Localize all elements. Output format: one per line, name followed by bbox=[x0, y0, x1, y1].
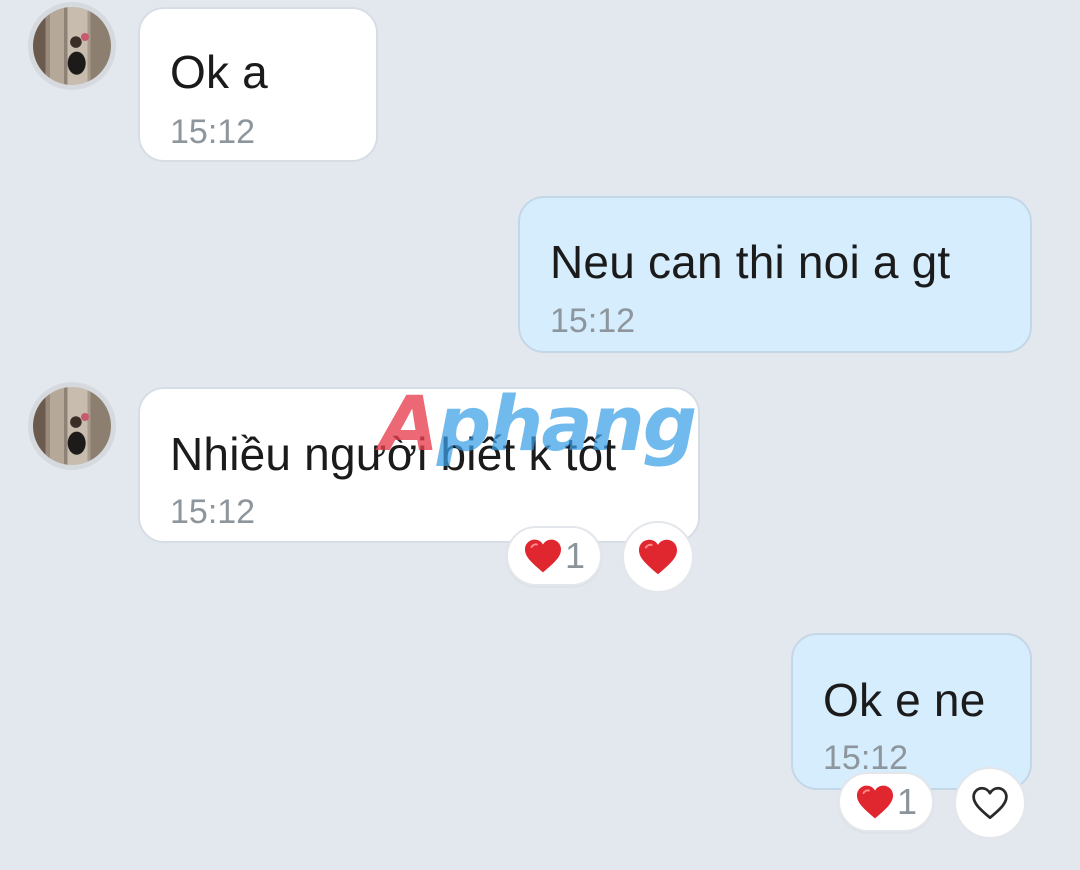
reaction-summary[interactable]: 1 bbox=[506, 526, 602, 586]
outgoing-message-bubble[interactable]: Neu can thi noi a gt 15:12 bbox=[518, 196, 1032, 353]
incoming-message-bubble[interactable]: Ok a 15:12 bbox=[138, 7, 378, 162]
message-text: Neu can thi noi a gt bbox=[550, 236, 951, 288]
outgoing-message-bubble[interactable]: Ok e ne 15:12 bbox=[791, 633, 1032, 790]
heart-icon bbox=[524, 539, 561, 573]
message-time: 15:12 bbox=[170, 113, 256, 151]
reaction-count: 1 bbox=[896, 781, 918, 822]
message-text: Nhiều người biết k tốt bbox=[170, 428, 617, 480]
heart-outline-icon bbox=[972, 786, 1008, 820]
reaction-summary[interactable]: 1 bbox=[838, 772, 934, 832]
heart-icon bbox=[856, 785, 893, 819]
message-time: 15:12 bbox=[170, 493, 256, 531]
react-heart-button[interactable] bbox=[954, 767, 1026, 839]
message-time: 15:12 bbox=[550, 302, 636, 340]
contact-avatar[interactable] bbox=[28, 382, 116, 470]
message-text: Ok a bbox=[170, 46, 268, 98]
react-heart-button[interactable] bbox=[622, 521, 694, 593]
message-text: Ok e ne bbox=[823, 674, 986, 726]
reaction-count: 1 bbox=[564, 535, 586, 576]
heart-filled-icon bbox=[639, 539, 677, 575]
incoming-message-bubble[interactable]: Nhiều người biết k tốt 15:12 bbox=[138, 387, 700, 543]
contact-avatar[interactable] bbox=[28, 2, 116, 90]
